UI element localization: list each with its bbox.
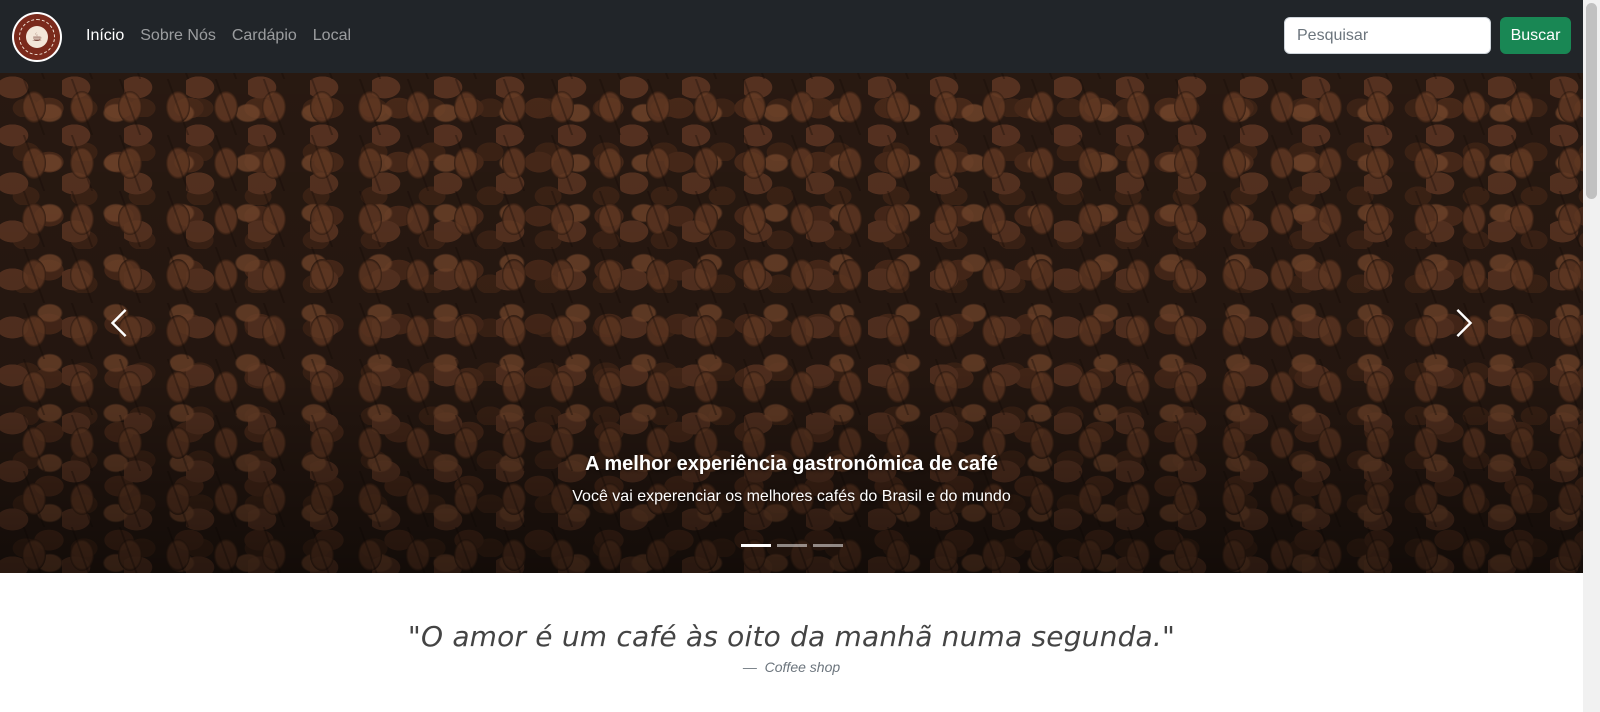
nav-links: Início Sobre Nós Cardápio Local (86, 24, 359, 48)
nav-link-inicio[interactable]: Início (86, 24, 132, 48)
nav-link-cardapio[interactable]: Cardápio (224, 24, 305, 48)
navbar: ☕ Início Sobre Nós Cardápio Local Buscar (0, 0, 1583, 73)
carousel-indicator-2[interactable] (776, 544, 807, 547)
quote-text: "O amor é um café às oito da manhã numa … (407, 620, 1176, 653)
slide-title: A melhor experiência gastronômica de caf… (585, 453, 998, 475)
coffee-cup-icon: ☕ (26, 26, 48, 48)
page-scrollbar[interactable] (1583, 0, 1600, 712)
carousel-indicator-3[interactable] (812, 544, 843, 547)
hero-carousel: A melhor experiência gastronômica de caf… (0, 73, 1583, 573)
carousel-indicators (0, 544, 1583, 547)
nav-link-local[interactable]: Local (305, 24, 359, 48)
scrollbar-thumb[interactable] (1586, 3, 1597, 199)
quote-source: Coffee shop (764, 659, 841, 675)
logo-ring: ☕ (14, 14, 60, 60)
quote-dash: — (742, 659, 757, 675)
quote-footer: — Coffee shop (0, 659, 1583, 675)
search-button[interactable]: Buscar (1500, 17, 1571, 54)
quote-section: "O amor é um café às oito da manhã numa … (0, 620, 1583, 675)
carousel-caption: A melhor experiência gastronômica de caf… (0, 453, 1583, 506)
search-input[interactable] (1284, 17, 1491, 54)
slide-subtitle: Você vai experenciar os melhores cafés d… (572, 488, 1011, 505)
carousel-indicator-1[interactable] (740, 544, 771, 547)
chevron-left-icon (110, 309, 127, 337)
chevron-right-icon (1456, 309, 1473, 337)
brand-logo[interactable]: ☕ (12, 12, 62, 62)
nav-link-sobre-nos[interactable]: Sobre Nós (132, 24, 224, 48)
